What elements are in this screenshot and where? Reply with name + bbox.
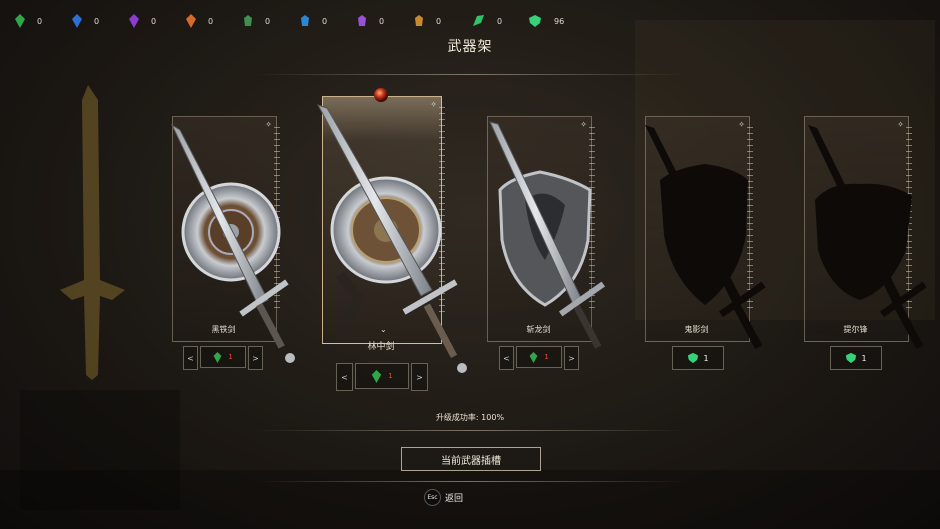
weapon-name: 鬼影剑 [684,325,709,334]
green-ore-icon [846,352,857,364]
success-rate: 升级成功率: 100% [435,413,505,422]
cost-display: 1 [200,346,246,368]
weapon-zhanlong-icon [489,121,606,349]
weapon-name: 提尔锋 [843,325,868,334]
cost-count: 1 [228,353,233,361]
prev-button[interactable]: < [336,363,353,391]
weapon-tierfeng-silhouette-icon [808,125,927,350]
green-crystal-icon [372,369,382,383]
selected-orb-icon [374,88,388,102]
unlock-cost[interactable]: 1 [830,346,882,370]
current-weapon-slot-button[interactable]: 当前武器插槽 [401,447,541,471]
weapon-name: 黑铁剑 [211,325,236,334]
weapon-name: 林中剑 [367,342,395,352]
next-button[interactable]: > [248,346,263,370]
cost-count: 1 [703,353,709,363]
svg-text:⌄: ⌄ [380,325,387,334]
cost-stepper: < 1 > [183,346,263,370]
bottom-divider [255,430,685,431]
unlock-cost[interactable]: 1 [672,346,724,370]
cost-display: 1 [355,363,409,389]
weapon-name: 斩龙剑 [526,325,551,334]
cost-count: 1 [861,353,867,363]
prev-button[interactable]: < [499,346,514,370]
prev-button[interactable]: < [183,346,198,370]
green-crystal-icon [529,351,538,363]
cost-stepper: < 1 > [499,346,579,370]
green-crystal-icon [213,351,222,363]
cost-count: 1 [388,372,393,380]
cost-count: 1 [544,353,549,361]
footer-divider [255,481,685,482]
next-button[interactable]: > [564,346,579,370]
esc-key-icon: Esc [424,489,441,506]
back-label: 返回 [445,494,464,504]
cost-display: 1 [516,346,562,368]
weapon-linzhong-icon: ⌄ [316,88,467,373]
weapon-guiying-silhouette-icon [645,125,766,350]
green-ore-icon [688,352,699,364]
next-button[interactable]: > [411,363,428,391]
back-button[interactable]: Esc 返回 [424,489,463,506]
cost-stepper: < 1 > [336,363,428,391]
